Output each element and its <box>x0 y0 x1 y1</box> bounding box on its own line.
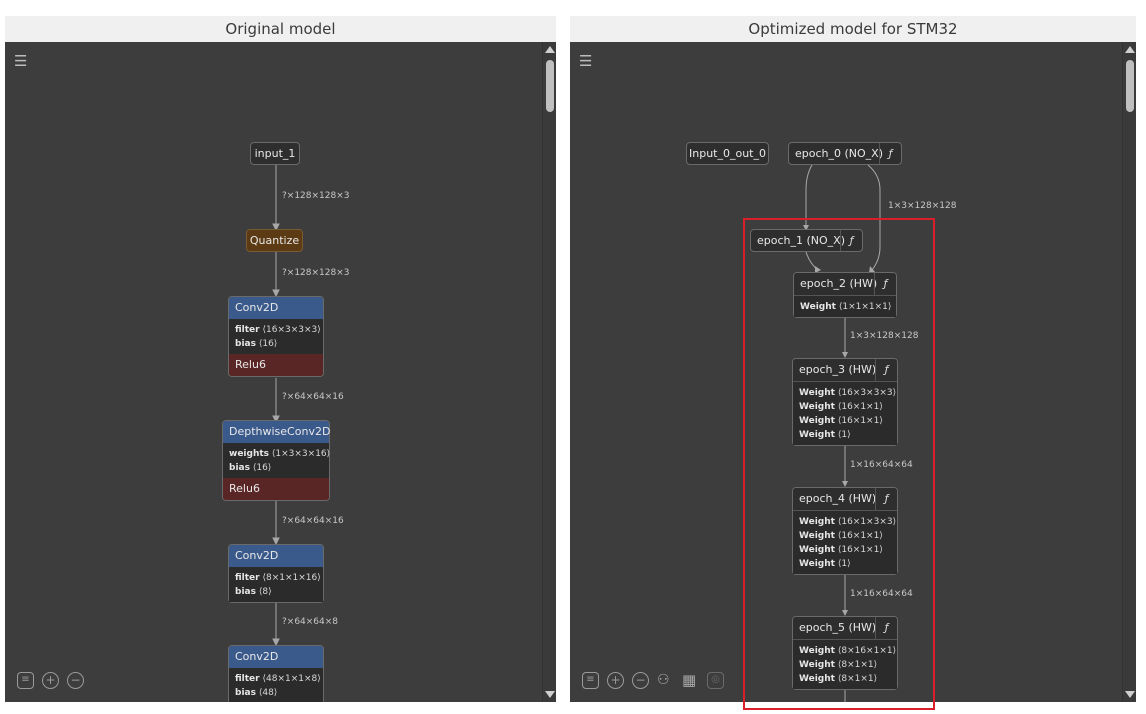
node-input-0-out-0[interactable]: Input_0_out_0 <box>686 142 769 165</box>
param-row: filter ⟨8×1×1×16⟩ <box>235 573 321 583</box>
node-params: filter ⟨16×3×3×3⟩ bias ⟨16⟩ <box>229 319 323 354</box>
scrollbar-thumb[interactable] <box>546 60 554 112</box>
param-row: bias ⟨16⟩ <box>235 339 278 349</box>
function-icon[interactable]: ƒ <box>879 143 901 164</box>
edge-label: ?×64×64×16 <box>282 516 344 526</box>
edge-label: ?×128×128×3 <box>282 268 350 278</box>
param-row: filter ⟨16×3×3×3⟩ <box>235 325 321 335</box>
scroll-down-icon[interactable] <box>545 691 555 698</box>
edge-label: ?×64×64×16 <box>282 392 344 402</box>
vertical-scrollbar[interactable] <box>1122 42 1136 702</box>
highlight-box <box>743 218 935 710</box>
scroll-up-icon[interactable] <box>545 46 555 53</box>
node-epoch-0[interactable]: epoch_0 (NO_X) ƒ <box>788 142 902 165</box>
zoom-out-icon[interactable]: − <box>632 672 649 689</box>
node-conv2d[interactable]: Conv2D filter ⟨8×1×1×16⟩ bias ⟨8⟩ <box>228 544 324 603</box>
node-conv2d[interactable]: Conv2D filter ⟨48×1×1×8⟩ bias ⟨48⟩ <box>228 645 324 702</box>
node-params: weights ⟨1×3×3×16⟩ bias ⟨16⟩ <box>223 443 331 478</box>
lock-icon[interactable]: ◎ <box>707 672 724 689</box>
edge-label: ?×64×64×8 <box>282 617 339 627</box>
node-title: Input_0_out_0 <box>689 147 766 160</box>
node-title: epoch_0 (NO_X) <box>795 147 883 160</box>
zoom-in-icon[interactable]: + <box>607 672 624 689</box>
node-input-1[interactable]: input_1 <box>250 142 300 165</box>
param-row: weights ⟨1×3×3×16⟩ <box>229 449 331 459</box>
scroll-down-icon[interactable] <box>1125 691 1135 698</box>
original-model-graph[interactable]: ☰ input_1 ?×128×128×3 Quantize ?×128×128… <box>5 42 556 702</box>
list-view-icon[interactable]: ≡ <box>17 672 34 689</box>
grid-view-icon[interactable]: ▦ <box>682 671 696 689</box>
node-title: DepthwiseConv2D <box>223 421 330 443</box>
node-title: Conv2D <box>229 646 323 668</box>
param-row: bias ⟨48⟩ <box>235 688 278 698</box>
edge-label: 1×3×128×128 <box>888 201 957 211</box>
left-panel-title: Original model <box>5 16 556 42</box>
right-panel-title: Optimized model for STM32 <box>570 16 1136 42</box>
node-params: filter ⟨48×1×1×8⟩ bias ⟨48⟩ <box>229 668 323 702</box>
param-row: bias ⟨16⟩ <box>229 463 272 473</box>
edge-label: ?×128×128×3 <box>282 191 350 201</box>
node-title: Conv2D <box>229 297 323 319</box>
node-conv2d[interactable]: Conv2D filter ⟨16×3×3×3⟩ bias ⟨16⟩ Relu6 <box>228 296 324 377</box>
list-view-icon[interactable]: ≡ <box>582 672 599 689</box>
param-row: filter ⟨48×1×1×8⟩ <box>235 674 321 684</box>
node-quantize[interactable]: Quantize <box>246 229 303 252</box>
node-params: filter ⟨8×1×1×16⟩ bias ⟨8⟩ <box>229 567 323 602</box>
node-title: input_1 <box>254 147 296 160</box>
hierarchy-icon[interactable]: ⚇ <box>657 672 670 688</box>
zoom-out-icon[interactable]: − <box>67 672 84 689</box>
activation-label: Relu6 <box>229 354 323 376</box>
vertical-scrollbar[interactable] <box>542 42 556 702</box>
node-title: Quantize <box>249 234 300 247</box>
scroll-up-icon[interactable] <box>1125 46 1135 53</box>
scrollbar-thumb[interactable] <box>1126 60 1134 112</box>
activation-label: Relu6 <box>223 478 329 500</box>
param-row: bias ⟨8⟩ <box>235 587 272 597</box>
node-title: Conv2D <box>229 545 323 567</box>
zoom-in-icon[interactable]: + <box>42 672 59 689</box>
node-depthwise-conv2d[interactable]: DepthwiseConv2D weights ⟨1×3×3×16⟩ bias … <box>222 420 330 501</box>
